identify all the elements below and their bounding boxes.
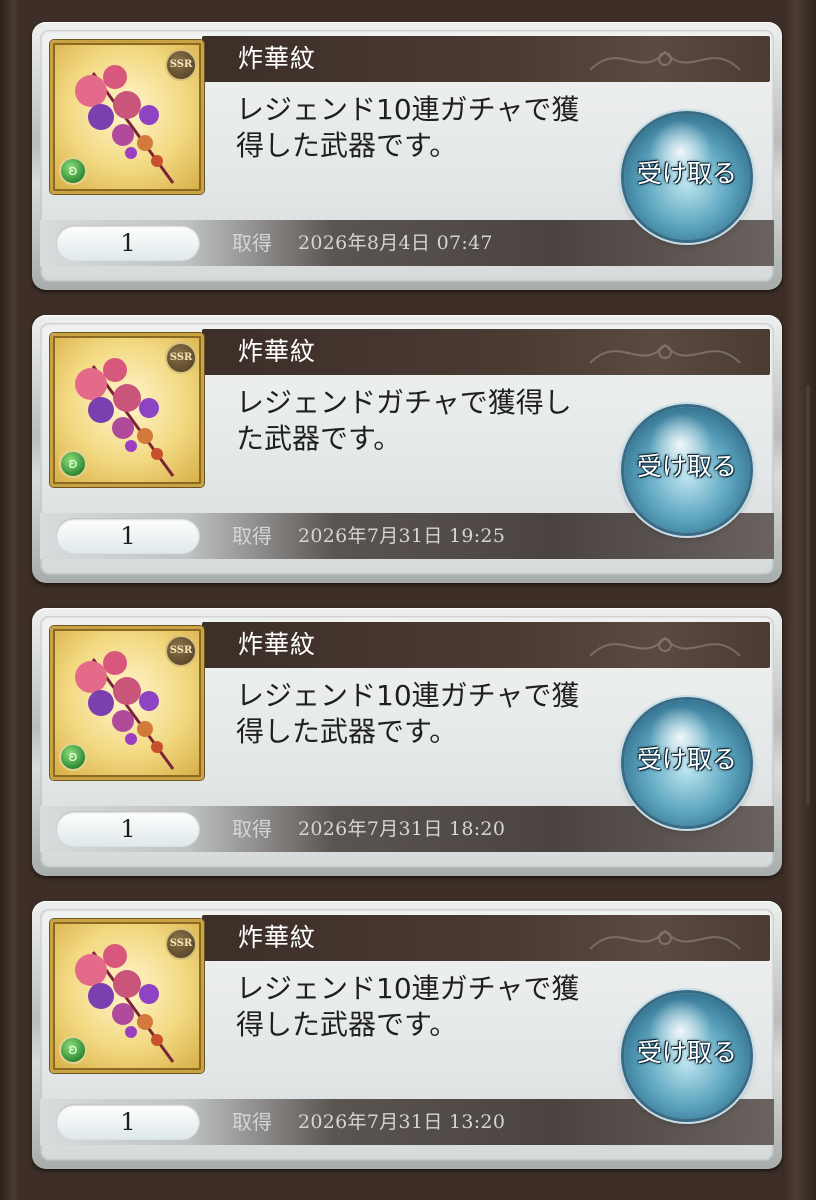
gift-card-body: 炸華紋 SSR ʚ レジェンド10連ガチャで獲 得した武器です。 1 取得 20… xyxy=(40,909,774,1161)
item-name: 炸華紋 xyxy=(238,337,317,366)
obtained-label: 取得 xyxy=(232,524,272,548)
wind-element-icon: ʚ xyxy=(59,743,87,771)
obtained-label: 取得 xyxy=(232,817,272,841)
ssr-badge-icon: SSR xyxy=(165,49,197,81)
gift-card: 炸華紋 SSR ʚ レジェンドガチャで獲得し た武器です。 1 取得 2026年… xyxy=(32,315,782,583)
receive-button-label: 受け取る xyxy=(636,745,737,774)
item-title-bar: 炸華紋 xyxy=(202,622,770,668)
obtained-date: 2026年8月4日 07:47 xyxy=(298,232,493,254)
description-line: 得した武器です。 xyxy=(236,129,458,162)
weapon-thumbnail-icon: SSR ʚ xyxy=(50,919,204,1073)
description-line: レジェンド10連ガチャで獲 xyxy=(236,679,580,712)
receive-button-label: 受け取る xyxy=(636,452,737,481)
description-line: た武器です。 xyxy=(236,422,402,455)
item-title-bar: 炸華紋 xyxy=(202,36,770,82)
ssr-badge-icon: SSR xyxy=(165,635,197,667)
item-name: 炸華紋 xyxy=(238,630,317,659)
receive-button-label: 受け取る xyxy=(636,1038,737,1067)
item-title-bar: 炸華紋 xyxy=(202,915,770,961)
receive-button[interactable]: 受け取る xyxy=(624,407,750,533)
obtained-date: 2026年7月31日 19:25 xyxy=(298,525,506,547)
ssr-badge-icon: SSR xyxy=(165,928,197,960)
quantity-display: 1 xyxy=(56,225,200,261)
wind-element-icon: ʚ xyxy=(59,450,87,478)
quantity-display: 1 xyxy=(56,811,200,847)
weapon-thumbnail-icon: SSR ʚ xyxy=(50,40,204,194)
obtained-label: 取得 xyxy=(232,231,272,255)
item-description: レジェンドガチャで獲得し た武器です。 xyxy=(236,385,614,457)
description-line: レジェンドガチャで獲得し xyxy=(236,386,572,419)
gift-card: 炸華紋 SSR ʚ レジェンド10連ガチャで獲 得した武器です。 1 取得 20… xyxy=(32,22,782,290)
quantity-display: 1 xyxy=(56,518,200,554)
item-name: 炸華紋 xyxy=(238,44,317,73)
background-right-edge xyxy=(782,0,816,1200)
receive-button[interactable]: 受け取る xyxy=(624,114,750,240)
wind-element-icon: ʚ xyxy=(59,1036,87,1064)
item-description: レジェンド10連ガチャで獲 得した武器です。 xyxy=(236,971,614,1043)
description-line: レジェンド10連ガチャで獲 xyxy=(236,93,580,126)
obtained-date: 2026年7月31日 13:20 xyxy=(298,1111,506,1133)
gift-card-body: 炸華紋 SSR ʚ レジェンド10連ガチャで獲 得した武器です。 1 取得 20… xyxy=(40,30,774,282)
gift-card-body: 炸華紋 SSR ʚ レジェンド10連ガチャで獲 得した武器です。 1 取得 20… xyxy=(40,616,774,868)
item-name: 炸華紋 xyxy=(238,923,317,952)
receive-button[interactable]: 受け取る xyxy=(624,993,750,1119)
ornament-icon xyxy=(589,50,741,71)
obtained-date: 2026年7月31日 18:20 xyxy=(298,818,506,840)
ornament-icon xyxy=(589,636,741,657)
quantity-display: 1 xyxy=(56,1104,200,1140)
receive-button[interactable]: 受け取る xyxy=(624,700,750,826)
item-description: レジェンド10連ガチャで獲 得した武器です。 xyxy=(236,92,614,164)
gift-card: 炸華紋 SSR ʚ レジェンド10連ガチャで獲 得した武器です。 1 取得 20… xyxy=(32,608,782,876)
gift-card-body: 炸華紋 SSR ʚ レジェンドガチャで獲得し た武器です。 1 取得 2026年… xyxy=(40,323,774,575)
ornament-icon xyxy=(589,929,741,950)
description-line: レジェンド10連ガチャで獲 xyxy=(236,972,580,1005)
gift-card: 炸華紋 SSR ʚ レジェンド10連ガチャで獲 得した武器です。 1 取得 20… xyxy=(32,901,782,1169)
ornament-icon xyxy=(589,343,741,364)
weapon-thumbnail-icon: SSR ʚ xyxy=(50,626,204,780)
background-left-edge xyxy=(0,0,20,1200)
receive-button-label: 受け取る xyxy=(636,159,737,188)
description-line: 得した武器です。 xyxy=(236,715,458,748)
item-title-bar: 炸華紋 xyxy=(202,329,770,375)
scrollbar[interactable] xyxy=(806,385,810,805)
ssr-badge-icon: SSR xyxy=(165,342,197,374)
wind-element-icon: ʚ xyxy=(59,157,87,185)
description-line: 得した武器です。 xyxy=(236,1008,458,1041)
item-description: レジェンド10連ガチャで獲 得した武器です。 xyxy=(236,678,614,750)
obtained-label: 取得 xyxy=(232,1110,272,1134)
weapon-thumbnail-icon: SSR ʚ xyxy=(50,333,204,487)
